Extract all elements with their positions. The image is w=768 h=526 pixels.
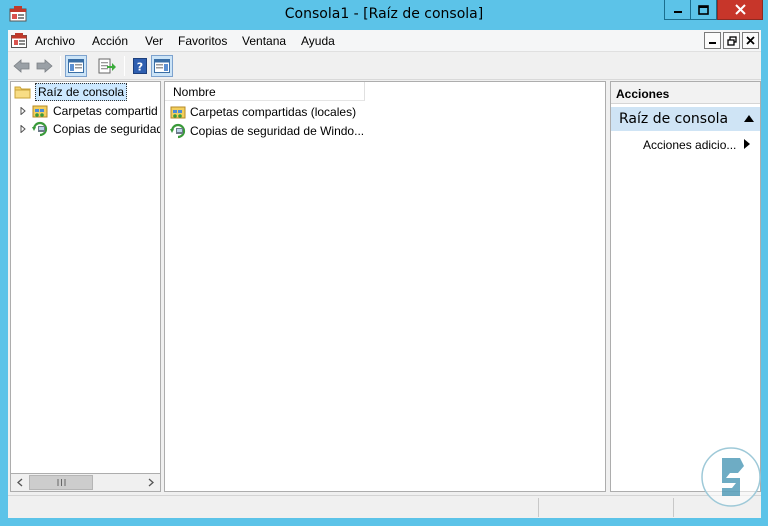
menu-favoritos[interactable]: Favoritos [178, 34, 227, 48]
tree-item-windows-backup[interactable]: Copias de seguridad [17, 120, 161, 138]
actions-pane-title: Acciones [611, 82, 760, 104]
help-icon: ? [133, 58, 147, 74]
main-frame: Archivo Acción Ver Favoritos Ventana Ayu… [8, 30, 761, 518]
chevron-right-icon [148, 478, 154, 487]
status-segment [673, 498, 674, 517]
back-arrow-icon [13, 59, 30, 73]
toolbar-separator [60, 56, 61, 76]
menu-bar: Archivo Acción Ver Favoritos Ventana Ayu… [8, 30, 761, 52]
show-hide-tree-icon [68, 59, 84, 73]
mdi-minimize-button[interactable] [704, 32, 721, 49]
actions-section-title: Raíz de consola [619, 111, 729, 127]
shared-folders-icon [32, 105, 48, 118]
column-header-nombre[interactable]: Nombre [165, 82, 365, 101]
grip-icon [57, 479, 65, 486]
back-button[interactable] [11, 55, 33, 77]
results-list-pane[interactable]: Nombre Carpetas compartidas (locales) Co… [164, 81, 606, 492]
show-hide-action-pane-button[interactable] [151, 55, 173, 77]
close-icon [734, 4, 746, 15]
scroll-left-button[interactable] [11, 474, 28, 491]
site-logo-watermark [701, 447, 761, 507]
windows-backup-icon [32, 121, 48, 137]
tree-item-root[interactable]: Raíz de consola [12, 83, 128, 101]
menu-ver[interactable]: Ver [145, 34, 163, 48]
submenu-arrow-icon[interactable] [744, 139, 750, 149]
menu-ventana[interactable]: Ventana [242, 34, 286, 48]
folder-icon [14, 86, 31, 99]
expand-arrow-icon[interactable] [17, 123, 29, 135]
scroll-right-button[interactable] [142, 474, 159, 491]
collapse-up-icon[interactable] [744, 115, 754, 122]
status-segment [538, 498, 539, 517]
toolbar: ? [8, 52, 761, 80]
maximize-icon [698, 4, 709, 15]
mdi-restore-button[interactable] [723, 32, 740, 49]
list-item[interactable]: Copias de seguridad de Windo... [170, 122, 364, 140]
window-title: Consola1 - [Raíz de consola] [284, 6, 484, 22]
chevron-left-icon [16, 478, 22, 487]
show-hide-tree-button[interactable] [65, 55, 87, 77]
minimize-button[interactable] [664, 0, 691, 20]
action-more-actions[interactable]: Acciones adicio... [643, 138, 736, 152]
toolbar-separator [124, 56, 125, 76]
tree-item-label: Carpetas compartid [53, 104, 158, 118]
close-button[interactable] [717, 0, 763, 20]
console-tree-pane[interactable]: Raíz de consola Carpetas compartid Copia… [10, 81, 161, 492]
restore-icon [726, 35, 737, 46]
title-bar: Consola1 - [Raíz de consola] [0, 0, 768, 30]
windows-backup-icon [170, 123, 186, 139]
list-item-label: Carpetas compartidas (locales) [190, 105, 357, 119]
list-item-label: Copias de seguridad de Windo... [190, 124, 365, 138]
tree-horizontal-scrollbar[interactable] [10, 473, 161, 492]
tree-item-label: Raíz de consola [35, 83, 128, 101]
list-item[interactable]: Carpetas compartidas (locales) [170, 103, 356, 121]
minimize-icon [709, 42, 716, 44]
svg-text:?: ? [137, 61, 143, 74]
forward-arrow-icon [36, 59, 53, 73]
shared-folders-icon [170, 106, 186, 119]
menu-accion[interactable]: Acción [92, 34, 128, 48]
export-list-icon [98, 58, 116, 74]
actions-pane: Acciones Raíz de consola Acciones adicio… [610, 81, 761, 492]
export-list-button[interactable] [96, 55, 118, 77]
menu-ayuda[interactable]: Ayuda [301, 34, 335, 48]
help-button[interactable]: ? [129, 55, 151, 77]
tree-item-shared-folders[interactable]: Carpetas compartid [17, 102, 158, 120]
show-hide-action-pane-icon [154, 59, 170, 73]
status-bar [8, 495, 761, 518]
tree-item-label: Copias de seguridad [53, 122, 161, 136]
menu-archivo[interactable]: Archivo [35, 34, 75, 48]
scroll-thumb[interactable] [29, 475, 93, 490]
minimize-icon [673, 10, 682, 13]
mdi-close-button[interactable] [742, 32, 759, 49]
maximize-button[interactable] [690, 0, 717, 20]
forward-button[interactable] [33, 55, 55, 77]
mmc-document-icon[interactable] [11, 33, 27, 48]
expand-arrow-icon[interactable] [17, 105, 29, 117]
actions-section-header[interactable]: Raíz de consola [611, 107, 760, 131]
close-icon [746, 36, 755, 45]
